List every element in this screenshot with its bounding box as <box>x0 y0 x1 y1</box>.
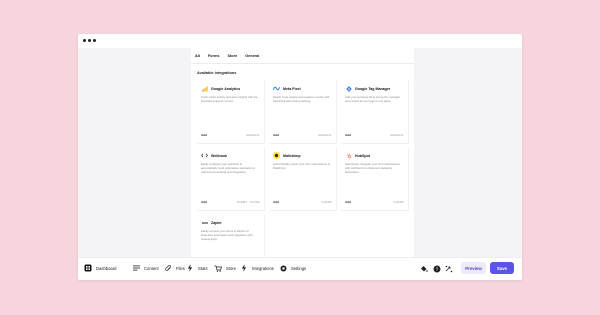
toolbar-item-files[interactable]: Files <box>164 264 185 272</box>
integration-card-google-analytics: Google Analytics Track visitor activity … <box>197 81 265 144</box>
toolbar-item-dashboard[interactable]: Dashboard <box>84 264 117 272</box>
toolbar-label: Dashboard <box>96 265 117 271</box>
tab-store[interactable]: Store <box>227 54 237 59</box>
card-tag: FORMS <box>393 200 404 204</box>
add-button[interactable]: Add <box>201 133 207 137</box>
integration-card-google-tag-manager: Google Tag Manager Add your container ID… <box>341 81 409 144</box>
bolt-icon <box>240 264 248 272</box>
toolbar-item-content[interactable]: Content <box>132 264 159 272</box>
card-name: Google Tag Manager <box>355 86 391 91</box>
card-name: Meta Pixel <box>283 86 301 91</box>
store-icon <box>214 264 222 272</box>
title-bar <box>78 34 522 48</box>
content-stage: All Forms Store General Available integr… <box>78 48 522 278</box>
save-button[interactable]: Save <box>490 262 514 274</box>
card-name: Zapier <box>211 220 222 225</box>
section-title: Available integrations <box>197 71 237 75</box>
shuffle-icon[interactable] <box>445 265 453 273</box>
card-description: Track visitor activity and gain insights… <box>201 95 258 104</box>
lightning-icon <box>186 264 194 272</box>
add-button[interactable]: Add <box>345 133 351 137</box>
toolbar-label: Stats <box>198 265 208 271</box>
card-name: Webhook <box>211 153 228 158</box>
filter-tabs: All Forms Store General <box>195 54 259 59</box>
toolbar-label: Content <box>144 265 159 271</box>
tab-all[interactable]: All <box>195 54 200 59</box>
card-description: Easily connect your forms to Zapier for … <box>201 229 253 242</box>
gear-icon <box>279 264 287 272</box>
toolbar-label: Files <box>176 265 185 271</box>
card-description: Easily configure your webhook to automat… <box>201 162 255 175</box>
card-name: HubSpot <box>355 153 370 158</box>
add-button[interactable]: Add <box>273 200 279 204</box>
tab-forms[interactable]: Forms <box>208 54 220 59</box>
preview-button[interactable]: Preview <box>461 262 486 274</box>
dashboard-icon <box>84 264 92 272</box>
toolbar-label: Settings <box>291 265 307 271</box>
integration-cards: Google Analytics Track visitor activity … <box>197 81 410 278</box>
add-button[interactable]: Add <box>345 200 351 204</box>
paperclip-icon <box>164 264 172 272</box>
toolbar-item-store[interactable]: Store <box>214 264 236 272</box>
dot-icon <box>83 39 86 42</box>
paint-bucket-icon[interactable] <box>420 265 428 273</box>
hubspot-icon <box>345 152 352 159</box>
card-tag: GENERAL <box>318 133 332 137</box>
card-tag: FORMS · STORE <box>236 200 260 204</box>
content-lines-icon <box>132 264 140 272</box>
integration-card-mailchimp: Mailchimp Automatically export your form… <box>269 148 337 211</box>
meta-icon <box>273 85 280 92</box>
zapier-icon <box>201 219 208 226</box>
toolbar-label: Store <box>226 265 237 271</box>
tab-general[interactable]: General <box>245 54 259 59</box>
bar-chart-icon <box>201 85 208 92</box>
add-button[interactable]: Add <box>273 133 279 137</box>
dot-icon <box>88 39 91 42</box>
mailchimp-icon <box>273 152 280 159</box>
window-menu-dots[interactable] <box>83 39 96 42</box>
integration-card-webhook: Webhook Easily configure your webhook to… <box>197 148 265 211</box>
card-name: Google Analytics <box>211 86 241 91</box>
card-description: Automatically export your form submissio… <box>273 162 331 171</box>
app-window: All Forms Store General Available integr… <box>78 34 522 280</box>
toolbar-label: Integrations <box>252 265 274 271</box>
integrations-panel: All Forms Store General Available integr… <box>191 48 414 278</box>
bottom-toolbar: Dashboard Content Files Stats Store Inte… <box>78 257 522 280</box>
add-button[interactable]: Add <box>201 200 207 204</box>
card-name: Mailchimp <box>283 153 301 158</box>
card-description: Seamlessly integrate your form submissio… <box>345 162 400 175</box>
help-icon[interactable]: ? <box>433 265 441 273</box>
toolbar-item-integrations[interactable]: Integrations <box>240 264 274 272</box>
toolbar-item-settings[interactable]: Settings <box>279 264 306 272</box>
card-description: Add your container ID to set up the mana… <box>345 95 401 104</box>
integration-card-meta-pixel: Meta Pixel Reach more people and measure… <box>269 81 337 144</box>
toolbar-item-stats[interactable]: Stats <box>186 264 208 272</box>
tag-diamond-icon <box>345 85 352 92</box>
integration-card-hubspot: HubSpot Seamlessly integrate your form s… <box>341 148 409 211</box>
dot-icon <box>93 39 96 42</box>
card-description: Reach more people and measure results wi… <box>273 95 330 104</box>
tabs-divider <box>191 63 414 64</box>
code-icon <box>201 152 208 159</box>
card-tag: GENERAL <box>246 133 260 137</box>
card-tag: FORMS <box>321 200 332 204</box>
card-tag: GENERAL <box>390 133 404 137</box>
